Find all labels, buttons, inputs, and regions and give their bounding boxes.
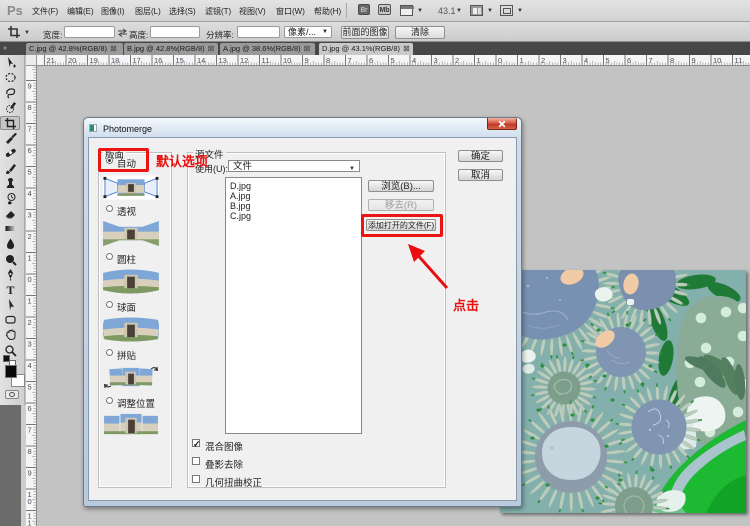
svg-text:11: 11 [735,56,743,65]
svg-text:16: 16 [154,56,162,65]
svg-text:7: 7 [348,56,352,65]
svg-text:9: 9 [28,469,32,478]
svg-text:3: 3 [28,340,32,349]
svg-text:1: 1 [28,254,32,263]
svg-text:8: 8 [28,447,32,456]
svg-text:3: 3 [28,211,32,220]
svg-text:7: 7 [649,56,653,65]
svg-text:5: 5 [391,56,395,65]
svg-text:0: 0 [498,56,502,65]
svg-text:20: 20 [68,56,76,65]
svg-text:4: 4 [28,361,32,370]
svg-text:0: 0 [28,275,32,284]
svg-text:21: 21 [47,56,55,65]
svg-text:1: 1 [28,519,32,526]
svg-text:2: 2 [28,318,32,327]
svg-text:9: 9 [28,82,32,91]
svg-text:2: 2 [455,56,459,65]
svg-text:19: 19 [90,56,98,65]
svg-text:1: 1 [477,56,481,65]
svg-text:3: 3 [563,56,567,65]
svg-text:3: 3 [434,56,438,65]
svg-text:6: 6 [369,56,373,65]
svg-text:5: 5 [28,383,32,392]
svg-text:10: 10 [713,56,721,65]
svg-text:2: 2 [28,232,32,241]
svg-text:5: 5 [606,56,610,65]
svg-text:0: 0 [28,497,32,506]
svg-text:6: 6 [28,146,32,155]
svg-text:9: 9 [692,56,696,65]
svg-text:T: T [6,283,14,296]
svg-text:4: 4 [412,56,416,65]
svg-text:10: 10 [283,56,291,65]
svg-text:5: 5 [28,168,32,177]
svg-text:18: 18 [111,56,119,65]
svg-text:7: 7 [28,426,32,435]
svg-text:4: 4 [584,56,588,65]
svg-text:13: 13 [219,56,227,65]
svg-text:8: 8 [28,103,32,112]
svg-text:2: 2 [541,56,545,65]
svg-text:14: 14 [197,56,205,65]
svg-text:4: 4 [28,189,32,198]
svg-text:1: 1 [520,56,524,65]
svg-text:8: 8 [670,56,674,65]
svg-text:11: 11 [262,56,270,65]
svg-text:12: 12 [240,56,248,65]
svg-text:8: 8 [326,56,330,65]
svg-text:1: 1 [28,297,32,306]
svg-text:6: 6 [627,56,631,65]
svg-text:6: 6 [28,404,32,413]
svg-text:17: 17 [133,56,141,65]
svg-text:9: 9 [305,56,309,65]
svg-text:15: 15 [176,56,184,65]
svg-text:7: 7 [28,125,32,134]
